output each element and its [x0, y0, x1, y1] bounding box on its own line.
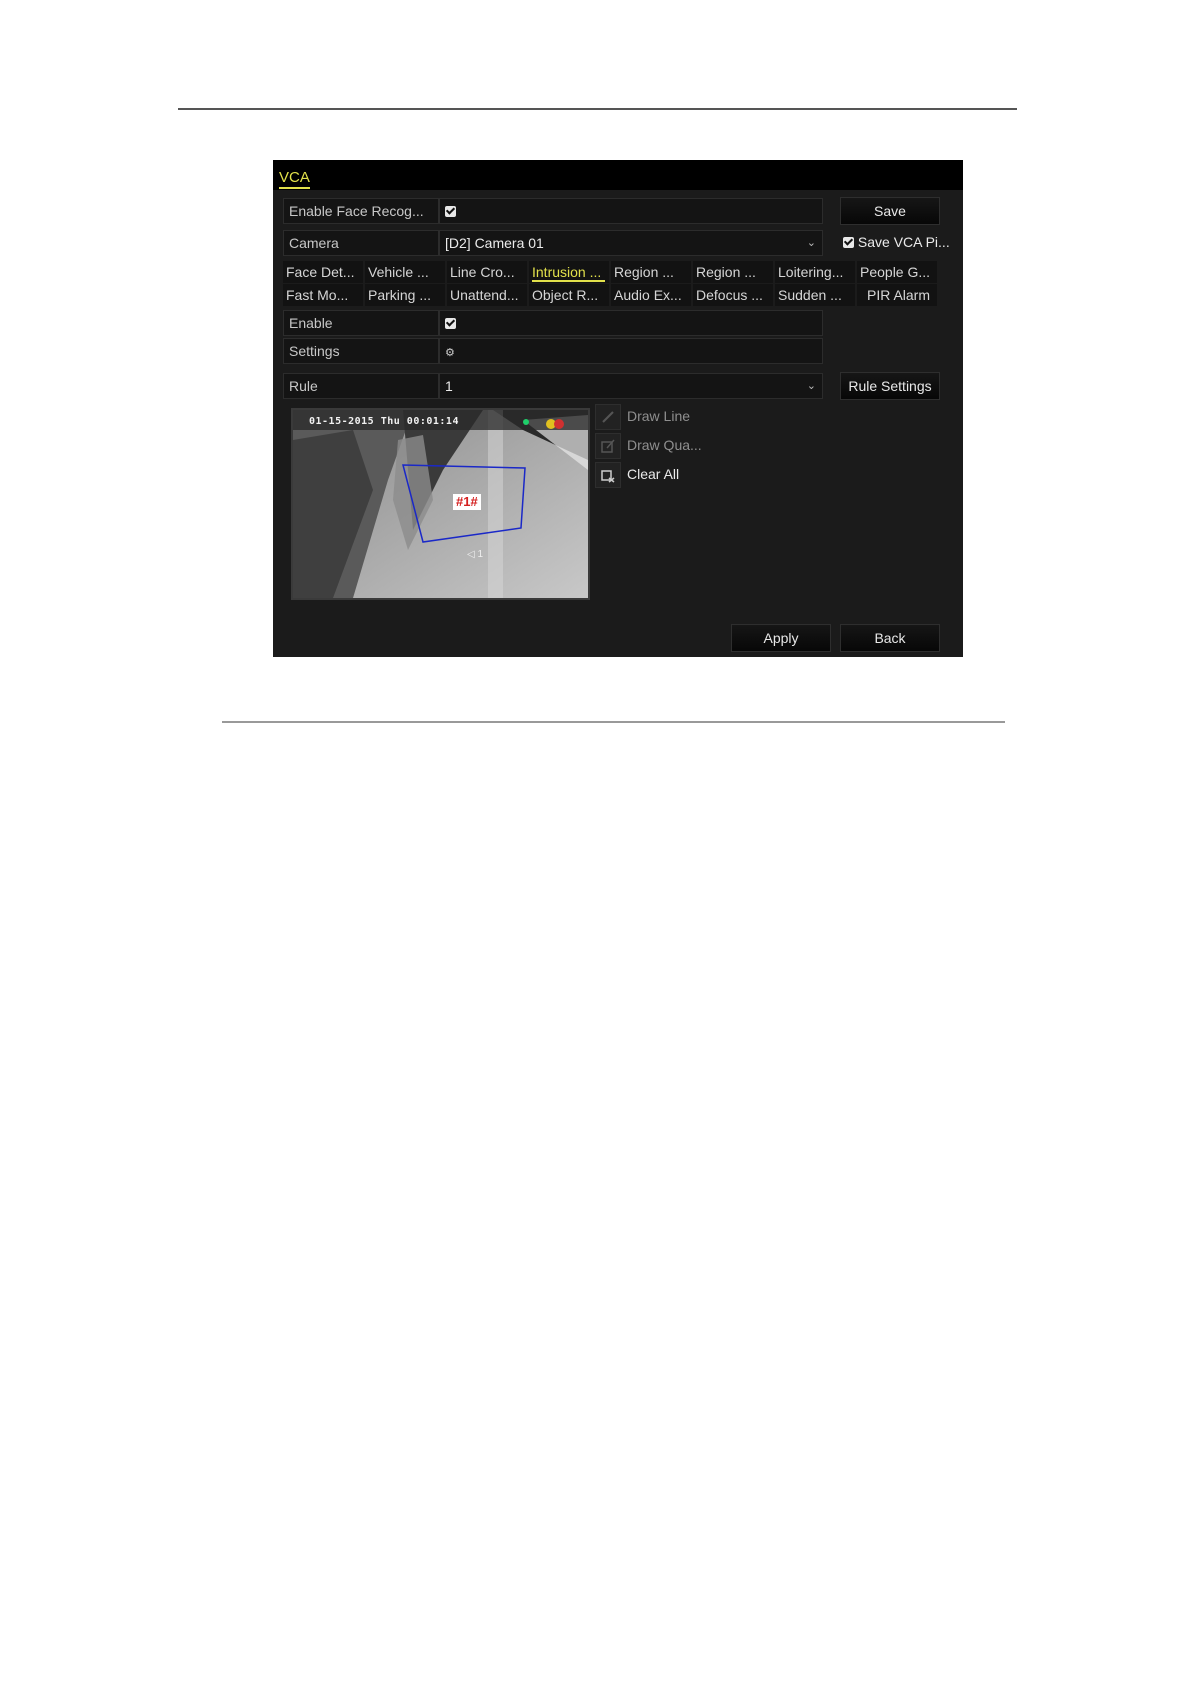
tab-line-crossing[interactable]: Line Cro... [447, 261, 527, 283]
tab-people-gathering[interactable]: People G... [857, 261, 937, 283]
tab-unattended-baggage[interactable]: Unattend... [447, 284, 527, 306]
tab-pir-alarm[interactable]: PIR Alarm [857, 284, 937, 306]
camera-preview[interactable]: 01-15-2015 Thu 00:01:14 #1# ◁ 1 [291, 408, 590, 600]
tab-object-removal[interactable]: Object R... [529, 284, 609, 306]
gear-icon[interactable]: ⚙ [445, 347, 455, 359]
tab-parking[interactable]: Parking ... [365, 284, 445, 306]
tab-region-entrance[interactable]: Region ... [611, 261, 691, 283]
back-button[interactable]: Back [840, 624, 940, 652]
camera-select[interactable]: [D2] Camera 01 ⌄ [439, 230, 823, 256]
tab-audio-exception[interactable]: Audio Ex... [611, 284, 691, 306]
checkmark-icon [843, 236, 854, 248]
region-label: #1# [453, 494, 481, 510]
save-vca-picture-label: Save VCA Pi... [857, 234, 950, 250]
draw-quadrilateral-label: Draw Qua... [627, 437, 702, 453]
page-top-rule [178, 108, 1017, 110]
save-button[interactable]: Save [840, 197, 940, 225]
pencil-icon [595, 404, 621, 430]
enable-face-recognition-label: Enable Face Recog... [283, 198, 439, 224]
settings-label: Settings [283, 338, 439, 364]
window-title: VCA [279, 170, 310, 189]
tab-loitering[interactable]: Loitering... [775, 261, 855, 283]
rule-select[interactable]: 1 ⌄ [439, 373, 823, 399]
checkmark-icon[interactable] [445, 205, 456, 217]
tab-sudden-scene-change[interactable]: Sudden ... [775, 284, 855, 306]
edit-icon [595, 433, 621, 459]
camera-select-value: [D2] Camera 01 [445, 235, 544, 251]
tab-defocus[interactable]: Defocus ... [693, 284, 773, 306]
rule-marker: ◁ 1 [467, 549, 484, 560]
draw-quadrilateral-tool[interactable]: Draw Qua... [595, 433, 765, 459]
settings-field: ⚙ [439, 338, 823, 364]
apply-button[interactable]: Apply [731, 624, 831, 652]
camera-label: Camera [283, 230, 439, 256]
page-bottom-rule [222, 721, 1005, 723]
preview-scene [293, 410, 588, 598]
clear-all-label: Clear All [627, 466, 680, 482]
draw-line-label: Draw Line [627, 408, 691, 424]
enable-face-recognition-field [439, 198, 823, 224]
tab-vehicle[interactable]: Vehicle ... [365, 261, 445, 283]
tab-face-detection[interactable]: Face Det... [283, 261, 363, 283]
vca-window: VCA Enable Face Recog... Save Camera [D2… [273, 160, 963, 657]
clear-all-tool[interactable]: Clear All [595, 462, 765, 488]
rule-label: Rule [283, 373, 439, 399]
osd-date-time: 01-15-2015 Thu 00:01:14 [309, 416, 459, 427]
rule-select-value: 1 [445, 378, 453, 394]
chevron-down-icon: ⌄ [806, 237, 816, 249]
checkmark-icon[interactable] [445, 317, 456, 329]
draw-line-tool[interactable]: Draw Line [595, 404, 765, 430]
tab-fast-moving[interactable]: Fast Mo... [283, 284, 363, 306]
tab-intrusion[interactable]: Intrusion ... [529, 261, 609, 283]
enable-label: Enable [283, 310, 439, 336]
clear-icon [595, 462, 621, 488]
tab-region-exiting[interactable]: Region ... [693, 261, 773, 283]
title-bar: VCA [273, 160, 963, 190]
rule-settings-button[interactable]: Rule Settings [840, 372, 940, 400]
chevron-down-icon: ⌄ [806, 380, 816, 392]
enable-field [439, 310, 823, 336]
save-vca-picture-checkbox[interactable]: Save VCA Pi... [843, 230, 950, 256]
